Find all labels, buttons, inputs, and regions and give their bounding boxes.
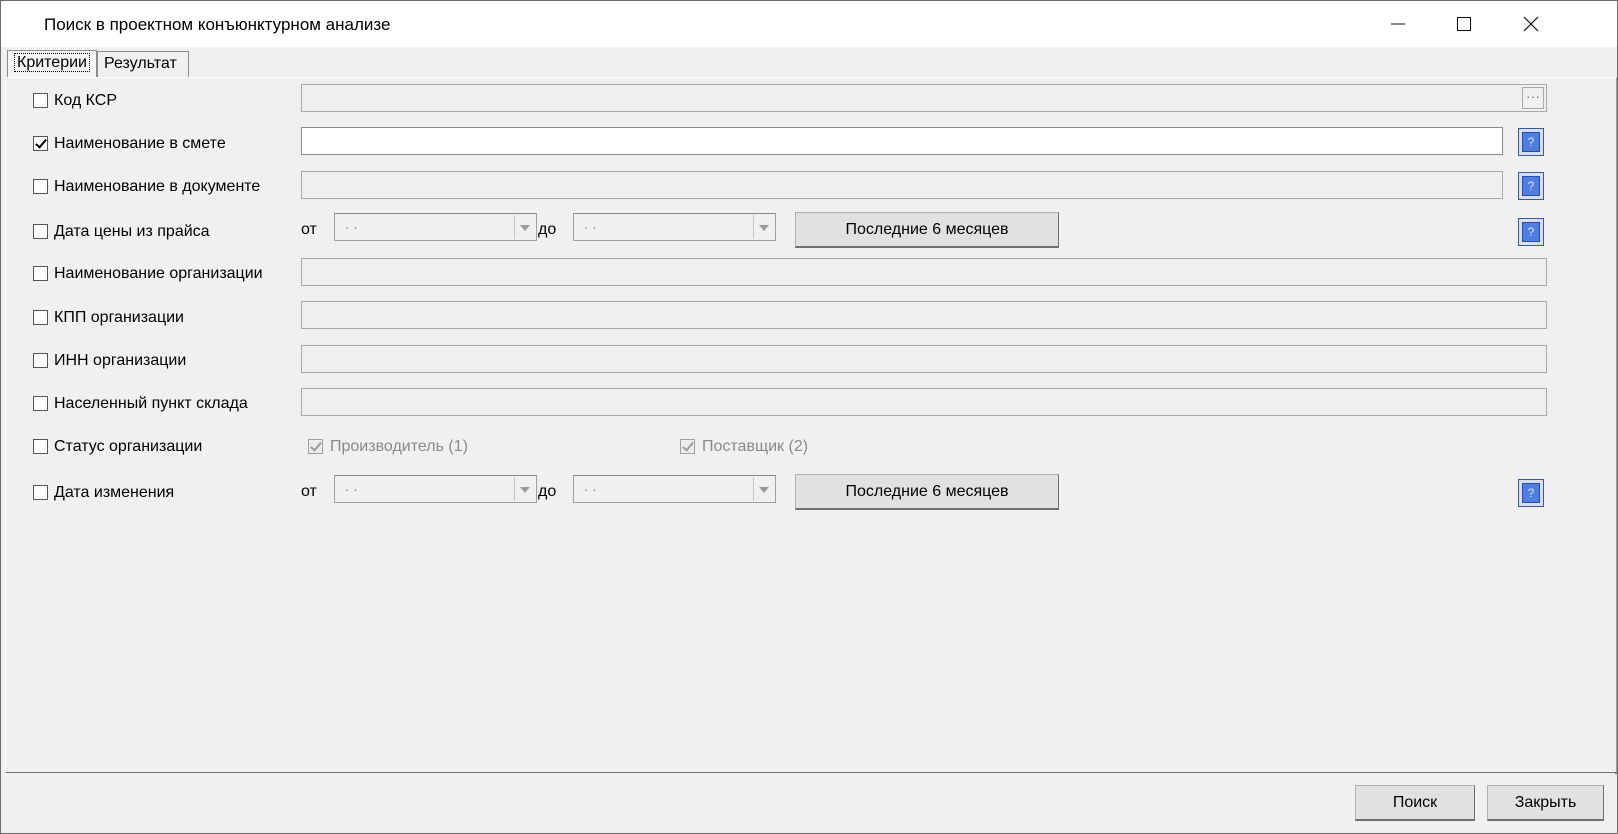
supplier-checkbox[interactable] [680,439,695,454]
name-estimate-help-button[interactable]: ? [1518,128,1544,156]
change-date-from-label: от [301,483,317,500]
org-inn-label: ИНН организации [54,352,187,369]
ksr-code-field[interactable]: ··· [301,84,1547,112]
chevron-down-icon[interactable] [753,477,774,501]
tab-results[interactable]: Результат [97,51,189,77]
price-date-last-6-months-button[interactable]: Последние 6 месяцев [795,212,1059,248]
name-document-help-button[interactable]: ? [1518,172,1544,200]
close-button[interactable]: Закрыть [1487,785,1604,821]
change-date-checkbox[interactable] [33,485,48,500]
tab-criteria[interactable]: Критерии [7,50,97,78]
help-icon: ? [1527,486,1535,500]
maximize-icon [1457,17,1471,31]
org-inn-field[interactable] [301,345,1547,373]
tab-criteria-label: Критерии [14,53,90,72]
change-date-to-combo[interactable]: . . [573,475,776,503]
price-date-from-label: от [301,221,317,238]
price-date-to-label: до [538,221,557,238]
org-status-label: Статус организации [54,438,203,455]
chevron-down-icon[interactable] [514,477,535,501]
tab-results-label: Результат [104,55,177,72]
change-date-to-value: . . [584,478,597,495]
price-date-from-combo[interactable]: . . [334,213,537,241]
maximize-button[interactable] [1434,1,1494,47]
org-kpp-field[interactable] [301,301,1547,329]
name-document-checkbox[interactable] [33,179,48,194]
org-name-field[interactable] [301,258,1547,286]
search-dialog: Поиск в проектном конъюнктурном анализе … [0,0,1618,834]
close-icon [1523,16,1539,32]
price-date-checkbox[interactable] [33,224,48,239]
warehouse-city-label: Населенный пункт склада [54,395,248,412]
change-date-from-combo[interactable]: . . [334,475,537,503]
org-inn-checkbox[interactable] [33,353,48,368]
org-status-checkbox[interactable] [33,439,48,454]
org-kpp-checkbox[interactable] [33,310,48,325]
price-date-from-value: . . [345,216,358,233]
ksr-code-checkbox[interactable] [33,93,48,108]
window-title: Поиск в проектном конъюнктурном анализе [44,15,391,34]
criteria-panel: Код КСР ··· Наименование в смете ? Наиме… [5,77,1617,774]
change-date-from-value: . . [345,478,358,495]
name-estimate-label: Наименование в смете [54,135,226,152]
name-document-field[interactable] [301,171,1503,199]
change-date-help-button[interactable]: ? [1518,479,1544,507]
price-date-label: Дата цены из прайса [54,223,210,240]
org-name-checkbox[interactable] [33,266,48,281]
change-date-label: Дата изменения [54,484,175,501]
price-date-to-value: . . [584,216,597,233]
button-bar: Поиск Закрыть [5,773,1615,831]
close-window-button[interactable] [1501,1,1561,47]
name-document-label: Наименование в документе [54,178,261,195]
minimize-button[interactable] [1368,1,1428,47]
help-icon: ? [1527,135,1535,149]
minimize-icon [1391,23,1405,25]
warehouse-city-checkbox[interactable] [33,396,48,411]
change-date-to-label: до [538,483,557,500]
org-kpp-label: КПП организации [54,309,184,326]
ksr-code-label: Код КСР [54,92,118,109]
name-estimate-checkbox[interactable] [33,136,48,151]
producer-label: Производитель (1) [330,438,468,455]
name-estimate-input[interactable] [301,127,1503,155]
help-icon: ? [1527,179,1535,193]
change-date-last-6-months-button[interactable]: Последние 6 месяцев [795,474,1059,510]
price-date-help-button[interactable]: ? [1518,218,1544,246]
ksr-code-browse-button[interactable]: ··· [1522,87,1544,109]
warehouse-city-field[interactable] [301,388,1547,416]
search-button[interactable]: Поиск [1355,785,1475,821]
help-icon: ? [1527,225,1535,239]
title-bar: Поиск в проектном конъюнктурном анализе [1,1,1617,47]
org-name-label: Наименование организации [54,265,263,282]
chevron-down-icon[interactable] [514,215,535,239]
chevron-down-icon[interactable] [753,215,774,239]
price-date-to-combo[interactable]: . . [573,213,776,241]
producer-checkbox[interactable] [308,439,323,454]
supplier-label: Поставщик (2) [702,438,809,455]
